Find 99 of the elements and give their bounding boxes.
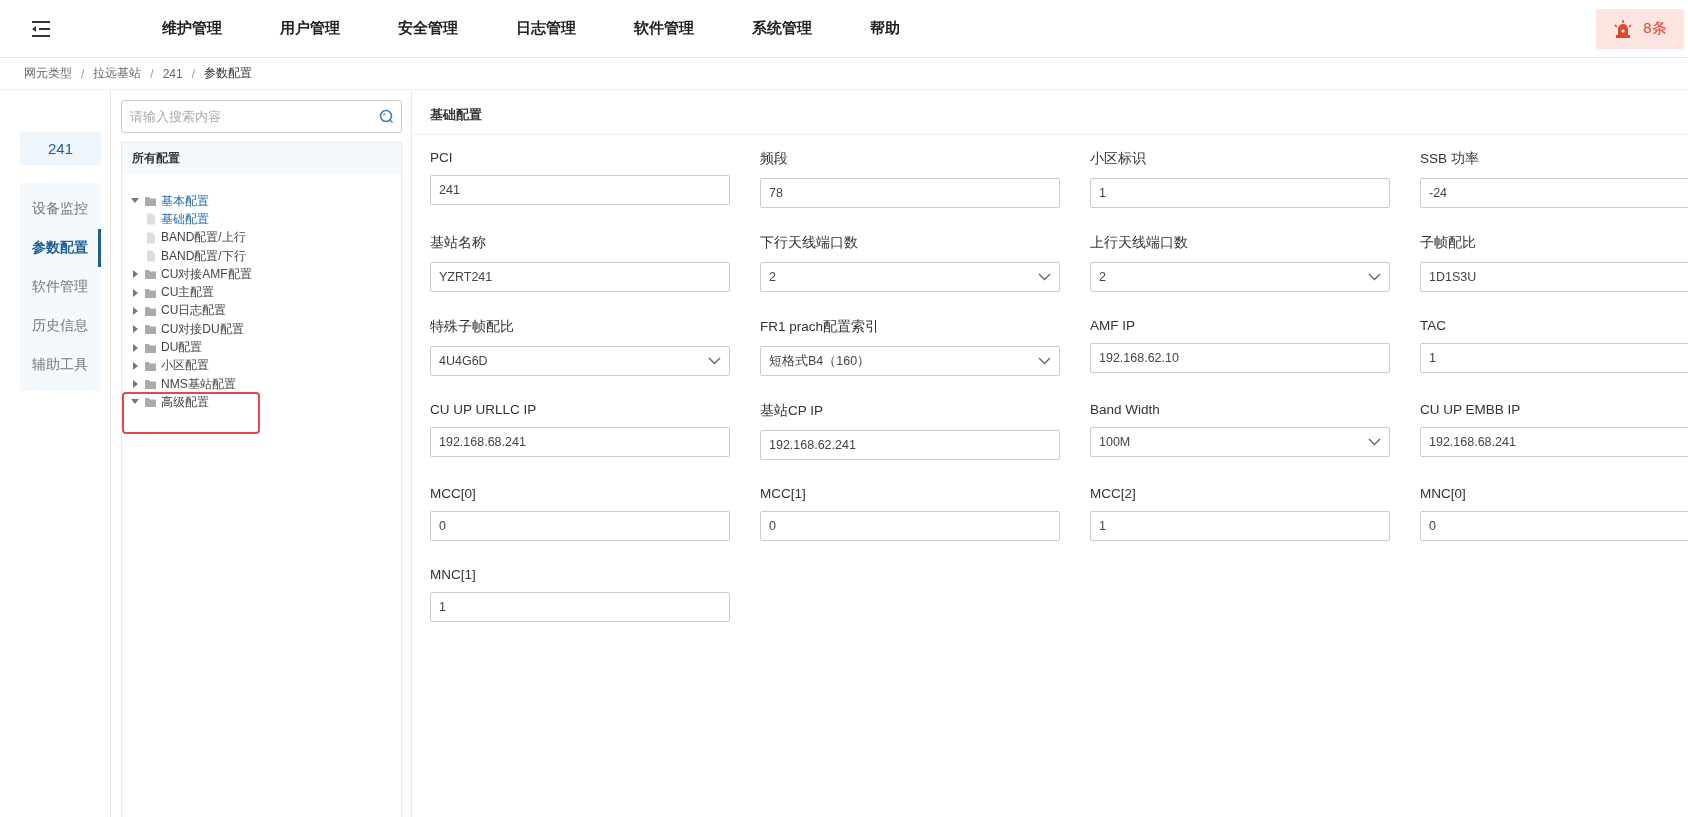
search-field[interactable]: 请输入搜索内容 [121, 100, 402, 133]
field-label: TAC [1420, 318, 1447, 333]
tree-item[interactable]: 高级配置 [161, 393, 209, 411]
tree-item[interactable]: 小区配置 [161, 357, 209, 375]
field-label: 基站名称 [430, 234, 487, 252]
dropdown-field[interactable]: 100M [1090, 427, 1390, 457]
tree-item[interactable]: DU配置 [161, 339, 203, 356]
folder-icon [144, 268, 157, 281]
folder-icon [144, 378, 157, 391]
input-field[interactable]: 241 [430, 175, 730, 205]
input-field[interactable]: YZRT241 [430, 262, 730, 292]
folder-icon [144, 341, 157, 354]
chevron-down-icon[interactable] [1038, 357, 1051, 365]
input-field[interactable]: 1 [1090, 178, 1390, 208]
search-icon[interactable] [379, 109, 394, 124]
tree-item[interactable]: BAND配置/上行 [161, 229, 246, 247]
field-label: 基站CP IP [760, 402, 824, 420]
dropdown-field[interactable]: 2 [1090, 262, 1390, 292]
sidebar-item[interactable]: 历史信息 [20, 307, 101, 345]
tree-header: 所有配置 [122, 143, 401, 174]
folder-icon [144, 359, 157, 372]
field-label: 子帧配比 [1420, 234, 1477, 252]
alarm-count: 8条 [1643, 19, 1667, 38]
field-label: SSB 功率 [1420, 150, 1480, 168]
sidebar-item[interactable]: 软件管理 [20, 268, 101, 306]
breadcrumb-current: 参数配置 [204, 65, 253, 82]
field-label: 频段 [760, 150, 789, 168]
field-label: 特殊子帧配比 [430, 318, 515, 336]
field-label: AMF IP [1090, 318, 1136, 333]
nav-menu-item[interactable]: 帮助 [870, 19, 988, 38]
input-field[interactable]: 192.168.62.10 [1090, 343, 1390, 373]
dropdown-field[interactable]: 4U4G6D [430, 346, 730, 376]
folder-icon [144, 195, 157, 208]
field-label: CU UP EMBB IP [1420, 402, 1522, 417]
input-field[interactable]: 1 [430, 592, 730, 622]
input-field[interactable]: 0 [430, 511, 730, 541]
field-label: MNC[1] [430, 567, 477, 582]
input-field[interactable]: 192.168.68.241 [430, 427, 730, 457]
input-field[interactable]: 1D1S3U [1420, 262, 1688, 292]
field-label: 下行天线端口数 [760, 234, 859, 252]
field-label: Band Width [1090, 402, 1161, 417]
folder-icon [144, 396, 157, 409]
input-field[interactable]: 78 [760, 178, 1060, 208]
folder-icon [144, 286, 157, 299]
device-label: 241 [20, 132, 101, 165]
field-label: MCC[1] [760, 486, 807, 501]
tree-item[interactable]: 基本配置 [161, 192, 209, 210]
input-field[interactable]: 1 [1420, 343, 1688, 373]
input-field[interactable]: 1 [1090, 511, 1390, 541]
field-label: CU UP URLLC IP [430, 402, 538, 417]
tree-item[interactable]: BAND配置/下行 [161, 247, 246, 265]
menu-icon[interactable] [30, 19, 52, 38]
input-field[interactable]: -24 [1420, 178, 1688, 208]
input-field[interactable]: 0 [1420, 511, 1688, 541]
file-icon [144, 213, 157, 226]
input-field[interactable]: 192.168.68.241 [1420, 427, 1688, 457]
breadcrumb-separator: / [81, 66, 85, 81]
chevron-down-icon[interactable] [1368, 273, 1381, 281]
tree-item[interactable]: 基础配置 [161, 210, 209, 228]
field-label: FR1 prach配置索引 [760, 318, 881, 336]
dropdown-field[interactable]: 2 [760, 262, 1060, 292]
field-label: MCC[2] [1090, 486, 1137, 501]
nav-menu-item[interactable]: 用户管理 [280, 19, 398, 38]
nav-menu-item[interactable]: 日志管理 [516, 19, 634, 38]
nav-menu-item[interactable]: 维护管理 [162, 19, 280, 38]
field-label: 上行天线端口数 [1090, 234, 1189, 252]
field-label: PCI [430, 150, 454, 165]
siren-icon [1613, 18, 1634, 39]
folder-icon [144, 323, 157, 336]
breadcrumb-separator: / [191, 66, 196, 81]
chevron-down-icon[interactable] [1368, 438, 1381, 446]
field-label: MNC[0] [1420, 486, 1467, 501]
sidebar-item[interactable]: 参数配置 [20, 229, 101, 267]
nav-menu-item[interactable]: 安全管理 [398, 19, 516, 38]
input-field[interactable]: 0 [760, 511, 1060, 541]
file-icon [144, 250, 157, 263]
breadcrumb-link[interactable]: 241 [162, 66, 183, 81]
dropdown-field[interactable]: 短格式B4（160） [760, 346, 1060, 376]
section-title: 基础配置 [412, 90, 1688, 135]
chevron-down-icon[interactable] [708, 357, 721, 365]
folder-icon [144, 304, 157, 317]
chevron-down-icon[interactable] [1038, 273, 1051, 281]
input-field[interactable]: 192.168.62.241 [760, 430, 1060, 460]
tree-item[interactable]: CU对接DU配置 [161, 320, 244, 338]
tree-item[interactable]: CU主配置 [161, 284, 215, 302]
field-label: 小区标识 [1090, 150, 1147, 168]
tree-item[interactable]: NMS基站配置 [161, 375, 236, 393]
file-icon [144, 231, 157, 244]
breadcrumb-link[interactable]: 网元类型 [24, 65, 72, 82]
tree-item[interactable]: CU日志配置 [161, 302, 227, 320]
nav-menu-item[interactable]: 软件管理 [634, 19, 752, 38]
alarm-badge[interactable]: 8条 [1596, 8, 1684, 49]
breadcrumb-separator: / [150, 66, 154, 81]
sidebar-item[interactable]: 设备监控 [20, 190, 101, 228]
nav-menu-item[interactable]: 系统管理 [752, 19, 870, 38]
breadcrumb-link[interactable]: 拉远基站 [93, 65, 142, 82]
tree-item[interactable]: CU对接AMF配置 [161, 265, 252, 283]
field-label: MCC[0] [430, 486, 477, 501]
sidebar-item[interactable]: 辅助工具 [20, 346, 101, 384]
